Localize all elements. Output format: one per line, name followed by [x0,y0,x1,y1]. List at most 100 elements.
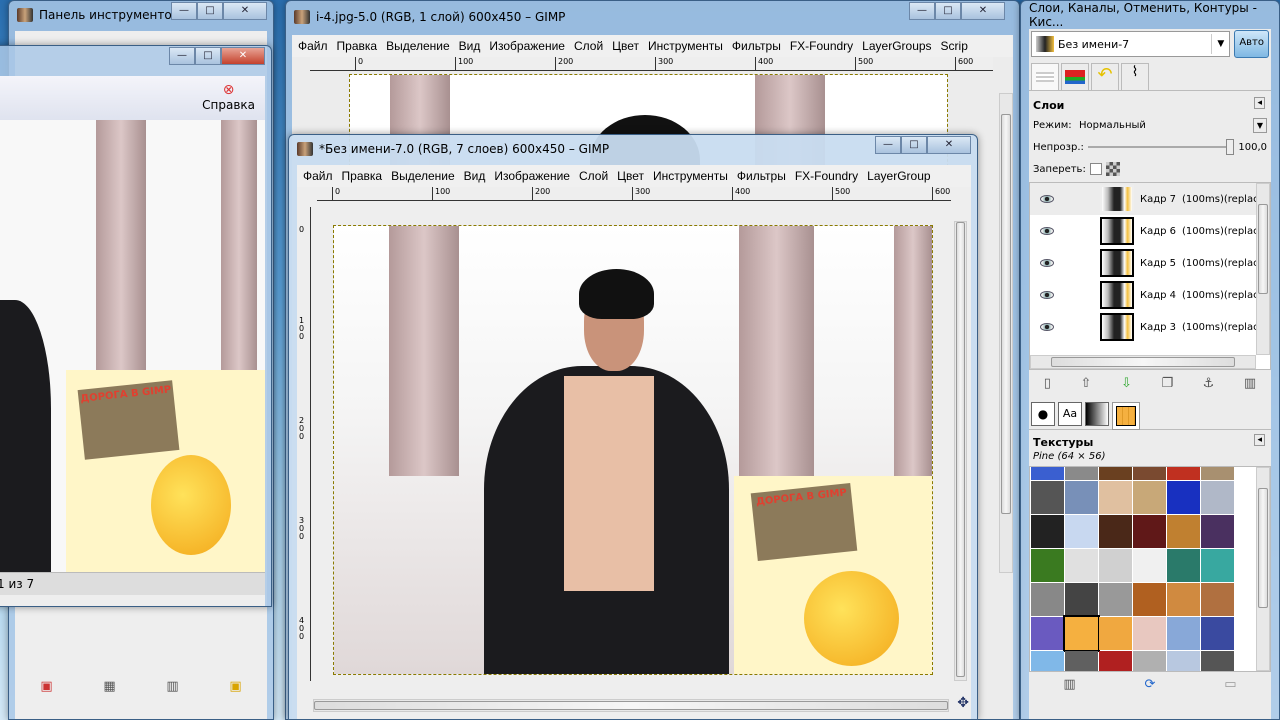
maximize-button[interactable]: □ [197,2,223,20]
menu-fx-foundry[interactable]: FX-Foundry [795,169,858,183]
restore-icon[interactable]: ▦ [103,679,115,694]
textures-scrollbar[interactable] [1256,467,1270,671]
menu-file[interactable]: Файл [298,39,328,53]
close-button[interactable]: ✕ [221,47,265,65]
tab-channels[interactable] [1061,63,1089,91]
menu-layer[interactable]: Слой [574,39,603,53]
lock-pixels-checkbox[interactable] [1089,163,1102,175]
viewer-image: ДОРОГА В GIMP [0,120,265,572]
open-folder-icon[interactable]: ▭ [1224,677,1236,692]
vertical-scrollbar[interactable] [954,221,967,681]
window-title: i-4.jpg-5.0 (RGB, 1 слой) 600x450 – GIMP [316,10,566,24]
tab-fonts[interactable]: Aa [1058,402,1082,426]
window-title: *Без имени-7.0 (RGB, 7 слоев) 600x450 – … [319,142,610,156]
close-button[interactable]: ✕ [961,2,1005,20]
menu-colors[interactable]: Цвет [617,169,644,183]
tab-brushes[interactable]: ● [1031,402,1055,426]
delete-icon[interactable]: ▥ [166,679,178,694]
menu-select[interactable]: Выделение [391,169,455,183]
menu-file[interactable]: Файл [303,169,333,183]
visibility-eye-icon[interactable] [1040,291,1054,299]
canvas[interactable]: ДОРОГА В GIMP [333,225,933,675]
menu-tools[interactable]: Инструменты [648,39,723,53]
layer-row[interactable]: Кадр 6 (100ms)(replace) [1030,215,1270,247]
tab-gradients[interactable] [1085,402,1109,426]
close-button[interactable]: ✕ [223,2,267,20]
visibility-eye-icon[interactable] [1040,227,1054,235]
menu-layergroups[interactable]: LayerGroups [862,39,931,53]
refresh-textures-icon[interactable]: ⟳ [1145,677,1156,692]
undo-icon: ↶ [1097,64,1113,85]
new-layer-icon[interactable]: ▯ [1044,376,1051,391]
delete-texture-icon[interactable]: ▥ [1063,677,1075,692]
mode-select[interactable]: Нормальный [1079,120,1253,131]
maximize-button[interactable]: □ [195,47,221,65]
minimize-button[interactable]: — [169,47,195,65]
auto-button[interactable]: Авто [1234,30,1269,58]
configure-tab-icon[interactable]: ◂ [1254,434,1265,446]
lock-alpha-icon[interactable] [1105,162,1120,176]
layer-row[interactable]: Кадр 7 (100ms)(replace) [1030,183,1270,215]
menu-edit[interactable]: Правка [337,39,378,53]
tab-layers[interactable] [1031,63,1059,91]
maximize-button[interactable]: □ [901,136,927,154]
tab-paths[interactable]: ⌇ [1121,63,1149,91]
visibility-eye-icon[interactable] [1040,195,1054,203]
window-title: Панель инструментов [39,8,179,22]
menu-select[interactable]: Выделение [386,39,450,53]
menu-edit[interactable]: Правка [342,169,383,183]
layers-vscrollbar[interactable] [1256,183,1270,355]
close-button[interactable]: ✕ [927,136,971,154]
menu-layer[interactable]: Слой [579,169,608,183]
menu-view[interactable]: Вид [459,39,481,53]
menu-tools[interactable]: Инструменты [653,169,728,183]
text-label: 300 [655,57,673,70]
menu-layergroups[interactable]: LayerGroup [867,169,930,183]
textures-grid [1029,466,1271,672]
tab-patterns[interactable] [1112,402,1140,430]
text-label: 100 [432,187,450,200]
menu-filters[interactable]: Фильтры [737,169,786,183]
anchor-layer-icon[interactable]: ⚓ [1203,376,1215,391]
layer-row[interactable]: Кадр 5 (100ms)(replace) [1030,247,1270,279]
menu-view[interactable]: Вид [464,169,486,183]
menu-colors[interactable]: Цвет [612,39,639,53]
image-selector[interactable]: Без имени-7 ▼ [1031,31,1231,57]
layers-hscrollbar[interactable] [1030,355,1256,369]
opacity-value[interactable]: 100,0 [1238,142,1267,153]
opacity-slider[interactable] [1087,139,1235,155]
visibility-eye-icon[interactable] [1040,323,1054,331]
image-icon [294,10,310,24]
help-button[interactable]: ⊗ Справка [202,82,255,112]
image-icon [297,142,313,156]
navigate-icon[interactable]: ✥ [957,695,969,711]
duplicate-layer-icon[interactable]: ❐ [1161,376,1173,391]
text-label: 600 [955,57,973,70]
tab-undo[interactable]: ↶ [1091,63,1119,91]
minimize-button[interactable]: — [171,2,197,20]
configure-tab-icon[interactable]: ◂ [1254,97,1265,109]
status-bar: 1 из 7 [0,572,265,595]
maximize-button[interactable]: □ [935,2,961,20]
layer-row[interactable]: Кадр 4 (100ms)(replace) [1030,279,1270,311]
selected-texture: Pine (64 × 56) [1033,451,1106,462]
text-label: 0 [299,225,305,234]
chevron-down-icon: ▼ [1211,34,1229,54]
reset-icon[interactable]: ▣ [229,679,241,694]
layer-row[interactable]: Кадр 3 (100ms)(replace) [1030,311,1270,343]
vertical-scrollbar[interactable] [999,93,1013,573]
lower-layer-icon[interactable]: ⇩ [1121,376,1132,391]
minimize-button[interactable]: — [875,136,901,154]
raise-layer-icon[interactable]: ⇧ [1081,376,1092,391]
horizontal-scrollbar[interactable] [313,699,949,712]
minimize-button[interactable]: — [909,2,935,20]
menu-script[interactable]: Scrip [941,39,968,53]
delete-layer-icon[interactable]: ▥ [1244,376,1256,391]
save-icon[interactable]: ▣ [40,679,52,694]
menu-fx-foundry[interactable]: FX-Foundry [790,39,853,53]
visibility-eye-icon[interactable] [1040,259,1054,267]
menu-filters[interactable]: Фильтры [732,39,781,53]
chevron-down-icon[interactable]: ▼ [1252,117,1267,133]
menu-image[interactable]: Изображение [494,169,570,183]
menu-image[interactable]: Изображение [489,39,565,53]
